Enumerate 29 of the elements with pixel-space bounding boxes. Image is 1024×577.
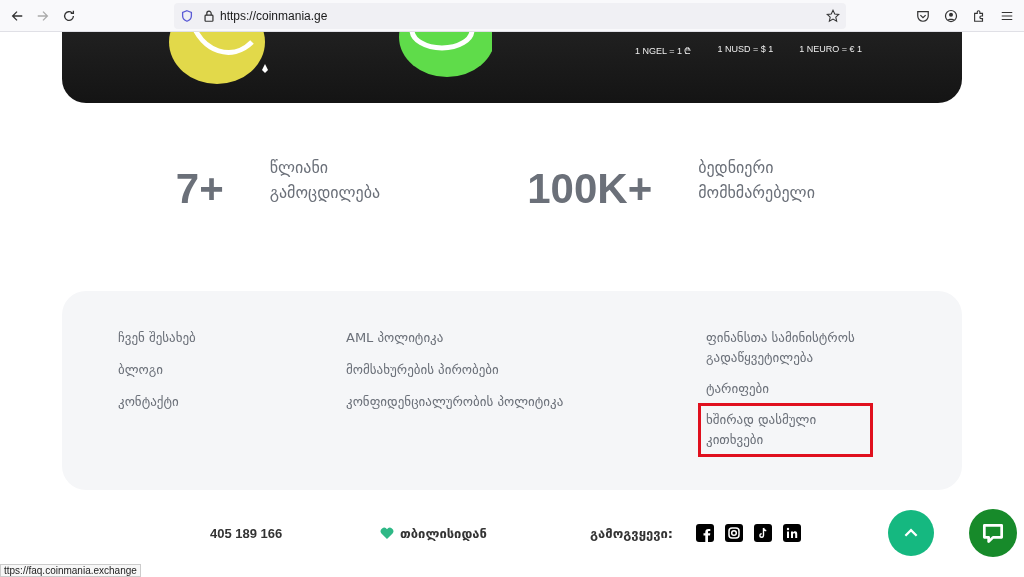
scroll-to-top-button[interactable] [888,510,934,556]
stat-label: წლიანი გამოცდილება [269,157,382,204]
status-link-tooltip: ttps://faq.coinmania.exchange [0,564,141,577]
chat-button[interactable] [969,509,1017,557]
footer-link[interactable]: კონფიდენციალურობის პოლიტიკა [346,392,564,412]
footer-link[interactable]: ჩვენ შესახებ [118,328,196,348]
stat-value: 7+ [175,165,224,213]
follow-label: გამოგვყევი: [590,525,674,541]
url-text: https://coinmania.ge [220,8,329,23]
phone-number: 405 189 166 [210,525,284,541]
heart-icon [380,527,394,539]
instagram-icon[interactable] [725,524,744,542]
exchange-rate: 1 NUSD = $ 1 [717,44,774,56]
footer-link[interactable]: ფინანსთა სამინისტროს გადაწყვეტილება [706,328,886,368]
exchange-rate: 1 NEURO = € 1 [799,44,862,56]
footer-link[interactable]: ტარიფები [706,379,886,399]
footer-link[interactable]: ხშირად დასმული კითხვები [706,410,846,450]
linkedin-icon[interactable] [783,524,802,542]
footer-link[interactable]: AML პოლიტიკა [346,328,444,348]
exchange-rate: 1 NGEL = 1 ₾ [635,45,692,57]
stat-label: ბედნიერი მომხმარებელი [698,157,816,204]
origin-text: თბილისიდან [400,525,487,541]
facebook-icon[interactable] [696,524,715,542]
footer-link[interactable]: მომსახურების პირობები [346,360,499,380]
tiktok-icon[interactable] [754,524,773,542]
footer-link[interactable]: ბლოგი [118,360,164,380]
stat-value: 100K+ [527,165,653,213]
footer-link[interactable]: კონტაქტი [118,392,179,412]
address-bar[interactable]: https://coinmania.ge [174,2,846,29]
